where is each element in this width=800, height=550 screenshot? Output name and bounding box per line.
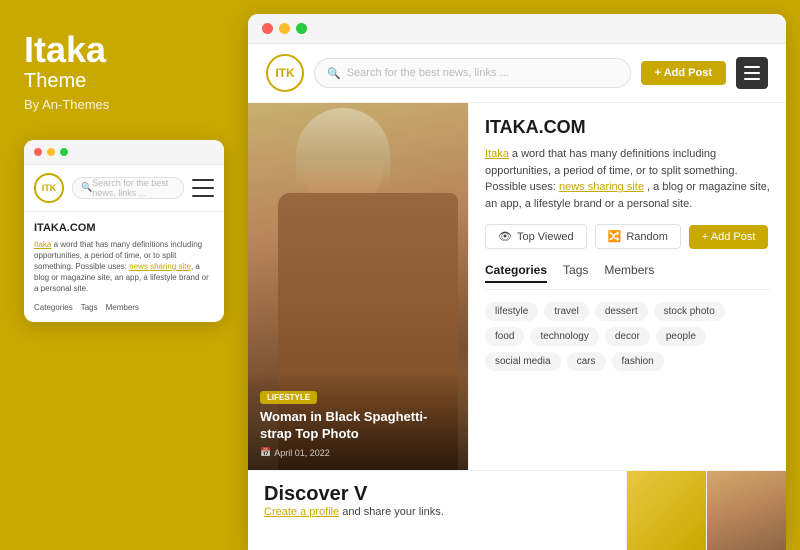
add-post-button[interactable]: + Add Post (641, 61, 726, 85)
mini-cat-tags: Tags (81, 303, 98, 312)
sidebar-description: Itaka a word that has many definitions i… (485, 146, 770, 212)
random-button[interactable]: 🔀 Random (595, 224, 681, 249)
mini-desc-text: a word that has many definitions includi… (34, 240, 209, 294)
right-panel: ITK 🔍 Search for the best news, links ..… (248, 0, 800, 550)
mini-logo: ITK (34, 173, 64, 203)
site-content: LIFESTYLE Woman in Black Spaghetti-strap… (248, 103, 786, 470)
post-date: 📅 April 01, 2022 (260, 447, 456, 458)
tag-cars[interactable]: cars (567, 352, 606, 371)
search-placeholder-text: Search for the best news, links ... (347, 67, 509, 79)
tab-members[interactable]: Members (604, 263, 654, 283)
bottom-thumbnails (626, 471, 786, 550)
date-text: April 01, 2022 (274, 448, 330, 458)
sidebar-site-title: ITAKA.COM (485, 117, 770, 138)
bottom-section: Discover V Create a profile and share yo… (248, 470, 786, 550)
site-logo[interactable]: ITK (266, 54, 304, 92)
mini-hamburger-icon[interactable] (192, 179, 214, 197)
featured-post: LIFESTYLE Woman in Black Spaghetti-strap… (248, 103, 468, 470)
post-category-badge: LIFESTYLE (260, 391, 317, 404)
browser-window: ITK 🔍 Search for the best news, links ..… (248, 14, 786, 550)
date-icon: 📅 (260, 447, 271, 458)
discover-cta-container: Create a profile and share your links. (264, 506, 610, 518)
top-viewed-button[interactable]: 👁 Top Viewed (485, 224, 587, 249)
eye-icon: 👁 (498, 230, 512, 243)
discover-section: Discover V Create a profile and share yo… (248, 471, 626, 550)
thumb-woman (706, 471, 786, 550)
mini-dot-green (60, 148, 68, 156)
sidebar: ITAKA.COM Itaka a word that has many def… (468, 103, 786, 470)
mini-description: Itaka a word that has many definitions i… (34, 239, 214, 295)
dot-red (262, 23, 273, 34)
mini-itaka-link[interactable]: Itaka (34, 240, 51, 249)
tag-fashion[interactable]: fashion (612, 352, 664, 371)
news-sharing-link[interactable]: news sharing site (559, 181, 644, 193)
mini-categories: Categories Tags Members (34, 303, 214, 312)
site-search-bar[interactable]: 🔍 Search for the best news, links ... (314, 58, 631, 88)
mini-search-bar: 🔍 Search for the best news, links ... (72, 177, 184, 199)
mini-dot-red (34, 148, 42, 156)
thumb-woman-bg (707, 471, 786, 550)
tag-dessert[interactable]: dessert (595, 302, 648, 321)
mini-browser-bar (24, 140, 224, 165)
tag-technology[interactable]: technology (530, 327, 598, 346)
dot-green (296, 23, 307, 34)
itaka-link[interactable]: Itaka (485, 148, 509, 160)
tags-container: lifestyle travel dessert stock photo foo… (485, 302, 770, 371)
site-header: ITK 🔍 Search for the best news, links ..… (248, 44, 786, 103)
top-viewed-label: Top Viewed (517, 231, 574, 243)
brand-subtitle: Theme (24, 70, 224, 93)
tag-stock-photo[interactable]: stock photo (654, 302, 725, 321)
browser-top-bar (248, 14, 786, 44)
sidebar-add-post-button[interactable]: + Add Post (689, 225, 769, 249)
tag-decor[interactable]: decor (605, 327, 650, 346)
search-icon: 🔍 (327, 67, 341, 80)
mini-search-text: Search for the best news, links ... (92, 178, 175, 198)
mini-search-icon: 🔍 (81, 182, 92, 193)
post-overlay: LIFESTYLE Woman in Black Spaghetti-strap… (248, 371, 468, 470)
post-title[interactable]: Woman in Black Spaghetti-strap Top Photo (260, 409, 456, 443)
mini-content: ITAKA.COM Itaka a word that has many def… (24, 212, 224, 322)
mini-site-header: ITK 🔍 Search for the best news, links ..… (24, 165, 224, 212)
mini-cat-categories: Categories (34, 303, 73, 312)
mini-site-title: ITAKA.COM (34, 222, 214, 234)
mini-news-link[interactable]: news sharing site (129, 262, 191, 271)
tag-social-media[interactable]: social media (485, 352, 561, 371)
sidebar-actions: 👁 Top Viewed 🔀 Random + Add Post (485, 224, 770, 249)
tab-categories[interactable]: Categories (485, 263, 547, 283)
tag-people[interactable]: people (656, 327, 706, 346)
brand-by: By An-Themes (24, 97, 224, 112)
create-profile-link[interactable]: Create a profile (264, 506, 339, 518)
hamburger-menu-button[interactable] (736, 57, 768, 89)
tag-lifestyle[interactable]: lifestyle (485, 302, 538, 321)
tag-food[interactable]: food (485, 327, 524, 346)
mini-dot-yellow (47, 148, 55, 156)
random-label: Random (626, 231, 668, 243)
thumb-yellow-bg (627, 471, 706, 550)
brand-title: Itaka (24, 30, 224, 70)
tag-travel[interactable]: travel (544, 302, 588, 321)
mini-cat-members: Members (106, 303, 139, 312)
tab-tags[interactable]: Tags (563, 263, 588, 283)
random-icon: 🔀 (608, 230, 622, 243)
sidebar-tabs: Categories Tags Members (485, 263, 770, 290)
mini-browser-mockup: ITK 🔍 Search for the best news, links ..… (24, 140, 224, 322)
discover-suffix: and share your links. (342, 506, 444, 518)
dot-yellow (279, 23, 290, 34)
thumb-yellow (626, 471, 706, 550)
discover-title: Discover V (264, 483, 610, 506)
left-panel: Itaka Theme By An-Themes ITK 🔍 Search fo… (0, 0, 248, 550)
